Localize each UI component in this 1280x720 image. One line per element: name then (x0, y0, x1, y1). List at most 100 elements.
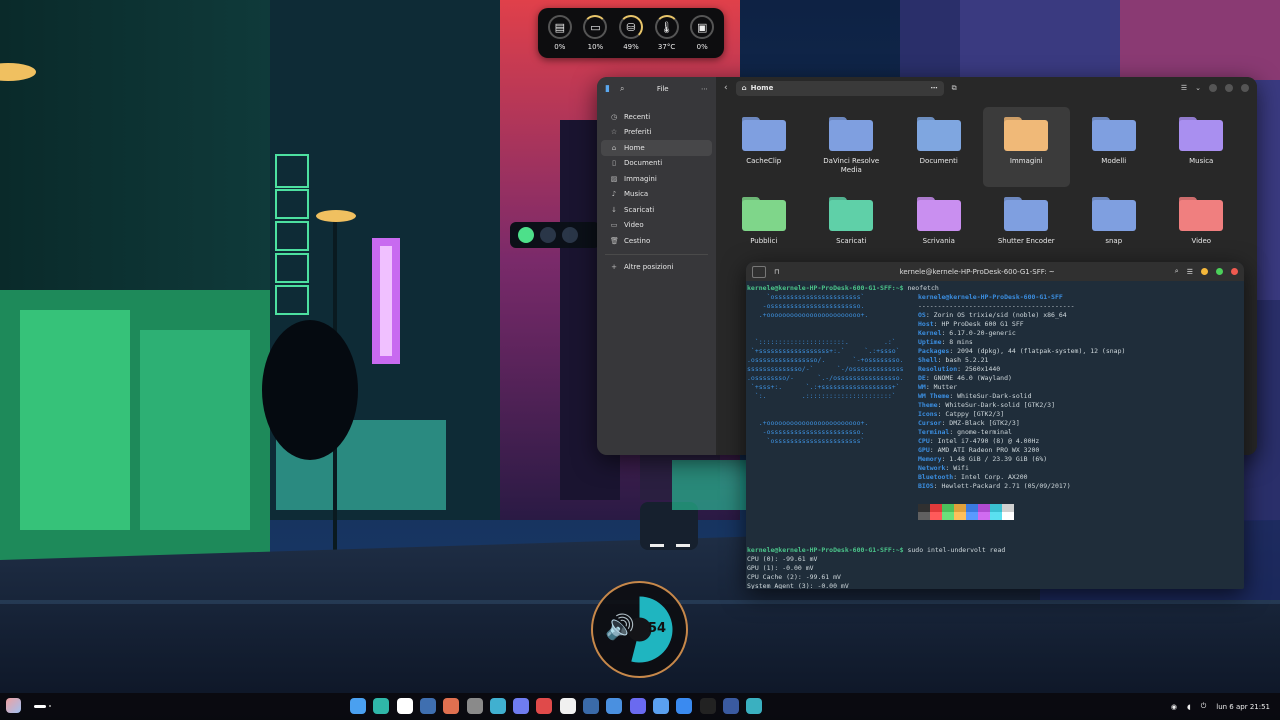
sidebar-item-videos[interactable]: ▭ Video (601, 218, 712, 234)
path-menu-icon[interactable]: ⋯ (931, 84, 938, 92)
search-icon[interactable]: ⌕ (1175, 267, 1179, 276)
memory-usage: ▭ 10% (578, 15, 612, 51)
davinci-icon[interactable] (583, 698, 599, 714)
folder-item[interactable]: Documenti (895, 107, 983, 187)
neofetch-rule: ---------------------------------------- (918, 302, 1075, 310)
home-icon: ⌂ (611, 143, 617, 152)
camera-record-icon[interactable] (536, 698, 553, 714)
close-button[interactable] (1231, 268, 1238, 275)
folder-label: DaVinci Resolve Media (823, 157, 880, 174)
volume-icon[interactable]: ◖ (1187, 703, 1191, 711)
app-store-icon[interactable] (676, 698, 693, 714)
memory-icon: ▭ (583, 15, 608, 39)
folder-item[interactable]: Shutter Encoder (983, 187, 1071, 267)
terminal-icon[interactable] (699, 698, 716, 714)
finder-icon[interactable] (350, 698, 366, 714)
sidebar-item-trash[interactable]: 🗑 Cestino (601, 233, 712, 249)
clock[interactable]: lun 6 apr 21:51 (1216, 703, 1270, 711)
folder-item[interactable]: Scaricati (808, 187, 896, 267)
db-icon[interactable] (652, 698, 669, 714)
folder-item[interactable]: Scrivania (895, 187, 983, 267)
sidebar-item-home[interactable]: ⌂ Home (601, 140, 712, 156)
folder-icon (916, 197, 961, 231)
panda-icon[interactable] (559, 698, 576, 714)
sidebar-item-recent[interactable]: ◷ Recenti (601, 109, 712, 125)
home-icon: ⌂ (741, 84, 747, 92)
neofetch-key: Resolution (918, 365, 958, 373)
image-icon: ▨ (610, 174, 618, 183)
folder-item[interactable]: DaVinci Resolve Media (808, 107, 896, 187)
search-icon[interactable]: ⌕ (620, 84, 624, 94)
edge-icon[interactable] (373, 698, 390, 714)
thermometer-icon: 🌡 (654, 15, 679, 39)
download-icon: ↓ (611, 205, 617, 214)
menu-icon[interactable]: ⋯ (701, 85, 708, 93)
terminal-tab-icon[interactable]: ⊓ (774, 268, 779, 276)
view-options-icon[interactable]: ⌄ (1195, 84, 1201, 92)
menu-icon[interactable]: ☰ (1187, 268, 1193, 276)
sidebar-header: ▮ ⌕ File ⋯ (597, 77, 716, 101)
volume-osd: 🔊 54 (591, 581, 688, 678)
maximize-button[interactable] (1216, 268, 1223, 275)
neofetch-key: DE (918, 374, 926, 382)
palette-swatch (930, 504, 942, 512)
minimize-button[interactable] (1209, 84, 1217, 92)
neofetch-key: Kernel (918, 329, 942, 337)
neofetch-key: Memory (918, 455, 942, 463)
music-icon: ♪ (611, 190, 617, 199)
minimize-button[interactable] (1201, 268, 1208, 275)
screen-recorder-icon[interactable] (513, 698, 530, 714)
wifi-icon[interactable]: ◉ (1171, 703, 1177, 711)
screenshot-icon[interactable] (606, 698, 623, 714)
workspace-indicator[interactable] (34, 705, 46, 708)
folder-item[interactable]: snap (1070, 187, 1158, 267)
power-icon[interactable]: ⏻ (1201, 702, 1207, 711)
volume-value: 54 (648, 621, 667, 636)
folder-item[interactable]: Musica (1158, 107, 1246, 187)
media-player-icon[interactable] (396, 698, 413, 714)
globe-icon[interactable] (629, 698, 646, 714)
app-icon[interactable] (419, 698, 436, 714)
neofetch-value: : Mutter (925, 383, 958, 391)
folder-item[interactable]: Immagini (982, 107, 1070, 187)
terminal-output[interactable]: kernele@kernele-HP-ProDesk-600-G1-SFF:~$… (746, 281, 1244, 589)
sidebar-item-downloads[interactable]: ↓ Scaricati (601, 202, 712, 218)
sidebar-item-other-places[interactable]: + Altre posizioni (601, 260, 712, 276)
neofetch-value: : 8 mins (941, 338, 973, 346)
view-list-button[interactable]: ☰ (1181, 84, 1187, 92)
neofetch-value: : WhiteSur-Dark-solid [GTK2/3] (937, 401, 1055, 409)
disk-icon: ⛁ (618, 15, 643, 39)
folder-item[interactable]: CacheClip (720, 107, 808, 187)
folder-icon (1004, 197, 1049, 231)
app-grid-button[interactable] (6, 698, 21, 713)
folder-item[interactable]: Modelli (1070, 107, 1158, 187)
close-button[interactable] (1241, 84, 1249, 92)
video-editor-icon[interactable] (489, 698, 506, 714)
palette-swatch (930, 512, 942, 520)
gpu-usage: ▣ 0% (685, 15, 719, 51)
games-icon[interactable] (443, 698, 460, 714)
new-tab-button[interactable]: ⧉ (952, 84, 957, 93)
path-bar[interactable]: ⌂ Home ⋯ (735, 80, 944, 96)
workspace-dot[interactable] (49, 705, 51, 707)
system-monitor-widget[interactable]: ▤ 0% ▭ 10% ⛁ 49% 🌡 37°C ▣ 0% (538, 8, 724, 58)
undervolt-line: System Agent (3): -0.00 mV (747, 582, 849, 589)
sidebar-item-documents[interactable]: ▯ Documenti (601, 156, 712, 172)
folder-item[interactable]: Video (1158, 187, 1246, 267)
back-button[interactable]: ‹ (724, 83, 728, 93)
settings-icon[interactable] (746, 698, 763, 714)
sidebar-item-images[interactable]: ▨ Immagini (601, 171, 712, 187)
neofetch-key: Icons (918, 410, 938, 418)
sidebar-item-music[interactable]: ♪ Musica (601, 187, 712, 203)
neofetch-value: : Catppy [GTK2/3] (937, 410, 1005, 418)
git-icon[interactable] (466, 698, 483, 714)
new-tab-icon[interactable] (752, 265, 766, 278)
palette-swatch (918, 504, 930, 512)
neofetch-key: BIOS (918, 482, 934, 490)
neofetch-key: WM Theme (918, 392, 950, 400)
system-monitor-icon[interactable] (722, 698, 739, 714)
sidebar-item-favorites[interactable]: ☆ Preferiti (601, 125, 712, 141)
maximize-button[interactable] (1225, 84, 1233, 92)
folder-item[interactable]: Pubblici (720, 187, 808, 267)
neofetch-line: GPU: AMD ATI Radeon PRO WX 3200 (918, 446, 1125, 455)
